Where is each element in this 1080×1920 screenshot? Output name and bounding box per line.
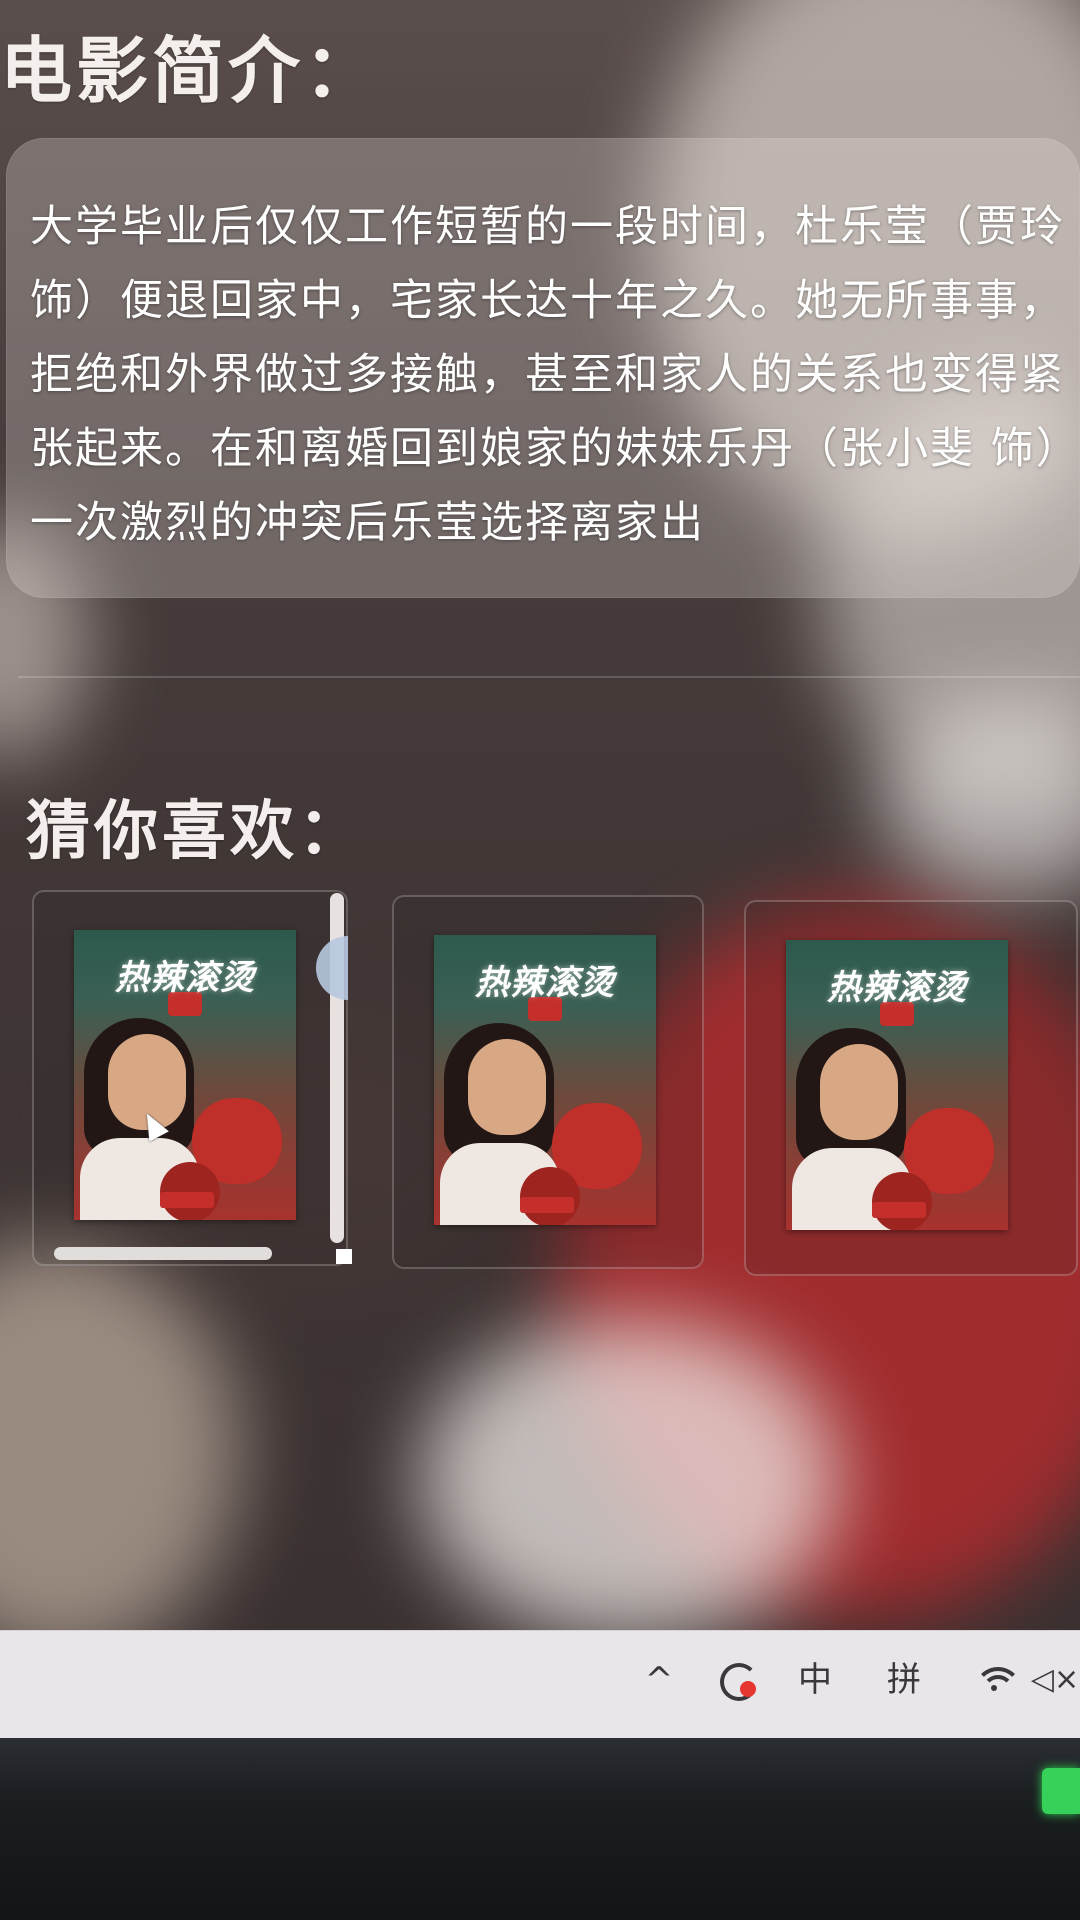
horizontal-scrollbar[interactable] bbox=[54, 1247, 272, 1260]
volume-muted-icon[interactable]: ◁× bbox=[1030, 1655, 1080, 1705]
scrollbar-corner bbox=[336, 1249, 352, 1264]
wifi-icon[interactable] bbox=[970, 1655, 1022, 1705]
synopsis-text: 大学毕业后仅仅工作短暂的一段时间，杜乐莹（贾玲 饰）便退回家中，宅家长达十年之久… bbox=[30, 202, 1065, 548]
power-indicator-light bbox=[1042, 1768, 1080, 1814]
taskbar: ^ 中 拼 ◁× bbox=[0, 1630, 1080, 1739]
intro-title: 电影简介： bbox=[0, 29, 381, 113]
poster-title: 热辣滚烫 bbox=[475, 963, 615, 1003]
recommendation-card[interactable]: 热辣滚烫 bbox=[392, 895, 704, 1269]
section-divider bbox=[18, 676, 1080, 678]
ime-pinyin-indicator[interactable]: 拼 bbox=[878, 1655, 930, 1705]
sync-icon[interactable] bbox=[712, 1655, 764, 1705]
recommendations-title: 猜你喜欢： bbox=[26, 795, 366, 869]
recommendation-card[interactable]: 热辣滚烫 bbox=[32, 890, 348, 1266]
monitor-bezel bbox=[0, 1738, 1080, 1920]
movie-poster[interactable]: 热辣滚烫 bbox=[434, 935, 656, 1225]
chevron-up-icon[interactable]: ^ bbox=[644, 1655, 674, 1705]
ime-mode-indicator[interactable]: 中 bbox=[792, 1655, 838, 1705]
movie-poster[interactable]: 热辣滚烫 bbox=[74, 930, 296, 1220]
poster-title: 热辣滚烫 bbox=[115, 958, 255, 998]
recommendation-card[interactable]: 热辣滚烫 bbox=[744, 900, 1078, 1276]
movie-poster[interactable]: 热辣滚烫 bbox=[786, 940, 1008, 1230]
poster-title: 热辣滚烫 bbox=[827, 968, 967, 1008]
